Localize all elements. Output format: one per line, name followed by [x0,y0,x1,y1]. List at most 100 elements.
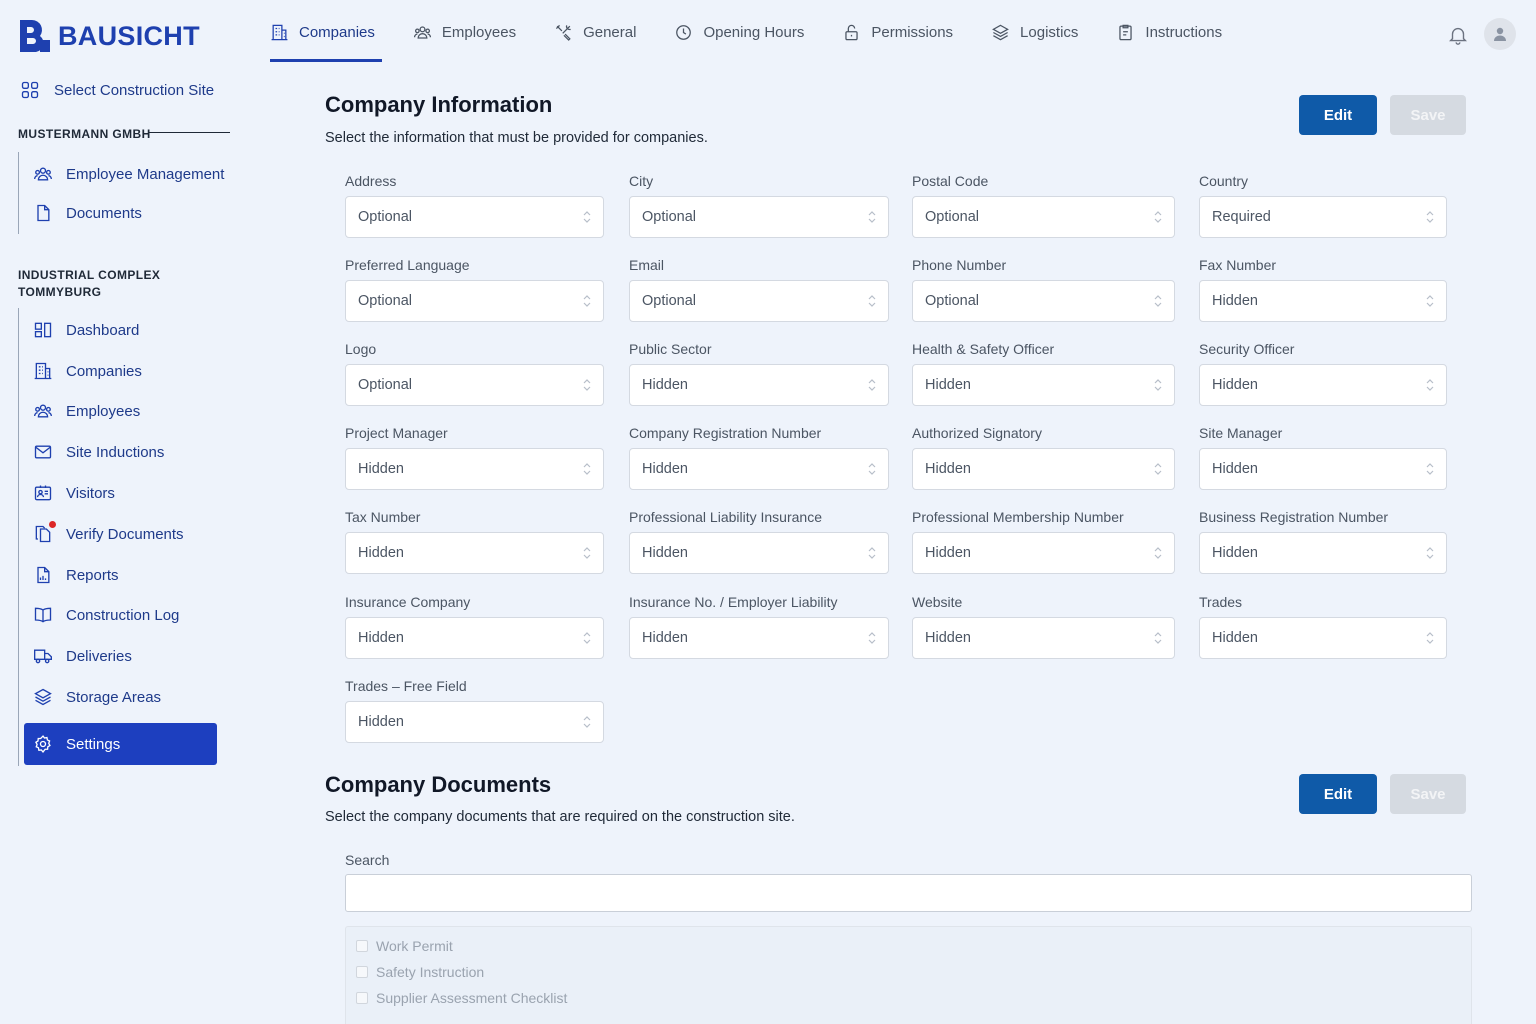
select-value: Optional [358,293,413,309]
avatar[interactable] [1484,18,1516,50]
select-value: Hidden [358,461,404,477]
building-icon [270,23,289,42]
authorized-signatory-select[interactable]: Hidden [912,448,1175,490]
trades-select[interactable]: Hidden [1199,617,1447,659]
tab-general[interactable]: General [554,0,636,64]
sidebar-item-employees[interactable]: Employees [33,399,140,423]
tab-employees[interactable]: Employees [413,0,516,64]
select-value: Hidden [358,714,404,730]
trades-free-field-select[interactable]: Hidden [345,701,604,743]
insurance-no-employer-liability-select[interactable]: Hidden [629,617,889,659]
field-health-safety-officer: Health & Safety Officer Hidden [912,340,1175,406]
tab-label: Employees [441,23,517,41]
chevron-updown-icon [1426,631,1434,645]
checkbox[interactable] [356,992,368,1004]
org1-nav-group: Employee Management Documents [18,152,224,234]
public-sector-select[interactable]: Hidden [629,364,889,406]
company-registration-number-select[interactable]: Hidden [629,448,889,490]
sidebar-item-reports[interactable]: Reports [33,563,119,587]
clock-icon [674,23,693,42]
sidebar-item-settings[interactable]: Settings [24,723,217,765]
select-value: Optional [642,293,697,309]
company-docs-edit-button[interactable]: Edit [1299,774,1377,814]
select-value: Hidden [642,377,688,393]
chevron-updown-icon [868,631,876,645]
tax-number-select[interactable]: Hidden [345,532,604,574]
security-officer-select[interactable]: Hidden [1199,364,1447,406]
select-value: Hidden [1212,545,1258,561]
section-divider [148,132,230,133]
field-trades: Trades Hidden [1199,593,1447,659]
document-item-supplier-assessment[interactable]: Supplier Assessment Checklist [356,990,567,1006]
select-value: Optional [358,209,413,225]
brand[interactable]: BAUSICHT [20,20,200,52]
website-select[interactable]: Hidden [912,617,1175,659]
logo-select[interactable]: Optional [345,364,604,406]
tab-permissions[interactable]: Permissions [842,0,953,64]
bell-icon[interactable] [1447,24,1469,46]
business-registration-number-select[interactable]: Hidden [1199,532,1447,574]
preferred-language-select[interactable]: Optional [345,280,604,322]
grid-icon [20,80,40,100]
document-item-safety-instruction[interactable]: Safety Instruction [356,964,484,980]
document-item-work-permit[interactable]: Work Permit [356,938,453,954]
sidebar-item-construction-log[interactable]: Construction Log [33,603,179,627]
phone-number-select[interactable]: Optional [912,280,1175,322]
professional-liability-insurance-select[interactable]: Hidden [629,532,889,574]
user-icon [1494,27,1506,41]
sidebar-item-verify-documents[interactable]: Verify Documents [33,521,184,546]
sidebar-item-site-inductions[interactable]: Site Inductions [33,440,164,464]
sidebar-item-label: Construction Log [66,606,180,624]
field-postal-code: Postal Code Optional [912,172,1175,238]
sidebar-item-label: Verify Documents [66,525,184,543]
site-manager-select[interactable]: Hidden [1199,448,1447,490]
address-select[interactable]: Optional [345,196,604,238]
professional-membership-number-select[interactable]: Hidden [912,532,1175,574]
postal-code-select[interactable]: Optional [912,196,1175,238]
company-docs-save-button[interactable]: Save [1390,774,1466,814]
sidebar-item-dashboard[interactable]: Dashboard [33,318,139,342]
users-icon [413,23,432,42]
sidebar-item-label: Site Inductions [66,443,165,461]
chevron-updown-icon [1154,462,1162,476]
chevron-updown-icon [868,378,876,392]
tab-instructions[interactable]: Instructions [1116,0,1222,64]
sidebar-item-deliveries[interactable]: Deliveries [33,644,132,668]
document-list: Work Permit Safety Instruction Supplier … [345,926,1472,1024]
field-label: Logo [345,341,377,357]
email-select[interactable]: Optional [629,280,889,322]
select-construction-site-button[interactable]: Select Construction Site [20,80,214,100]
tab-label: Companies [299,23,375,41]
company-info-edit-button[interactable]: Edit [1299,95,1377,135]
document-icon [33,203,53,223]
sidebar-item-label: Settings [66,735,121,753]
project-manager-select[interactable]: Hidden [345,448,604,490]
country-select[interactable]: Required [1199,196,1447,238]
chevron-updown-icon [583,378,591,392]
tab-label: Instructions [1145,23,1223,41]
field-phone-number: Phone Number Optional [912,256,1175,322]
health-safety-officer-select[interactable]: Hidden [912,364,1175,406]
chevron-updown-icon [1154,546,1162,560]
search-input[interactable] [345,874,1472,912]
field-project-manager: Project Manager Hidden [345,424,604,490]
sidebar-item-visitors[interactable]: Visitors [33,481,115,505]
sidebar-item-storage-areas[interactable]: Storage Areas [33,685,161,709]
checkbox[interactable] [356,940,368,952]
sidebar-item-companies[interactable]: Companies [33,359,142,383]
select-value: Optional [925,293,980,309]
chevron-updown-icon [1154,210,1162,224]
fax-number-select[interactable]: Hidden [1199,280,1447,322]
insurance-company-select[interactable]: Hidden [345,617,604,659]
field-label: Business Registration Number [1199,509,1389,525]
sidebar-item-employee-management[interactable]: Employee Management [33,162,224,186]
select-value: Hidden [1212,630,1258,646]
tab-logistics[interactable]: Logistics [991,0,1078,64]
tab-opening-hours[interactable]: Opening Hours [674,0,804,64]
city-select[interactable]: Optional [629,196,889,238]
sidebar-item-documents[interactable]: Documents [33,201,142,225]
field-email: Email Optional [629,256,889,322]
checkbox[interactable] [356,966,368,978]
tab-companies[interactable]: Companies [270,0,382,64]
company-info-save-button[interactable]: Save [1390,95,1466,135]
